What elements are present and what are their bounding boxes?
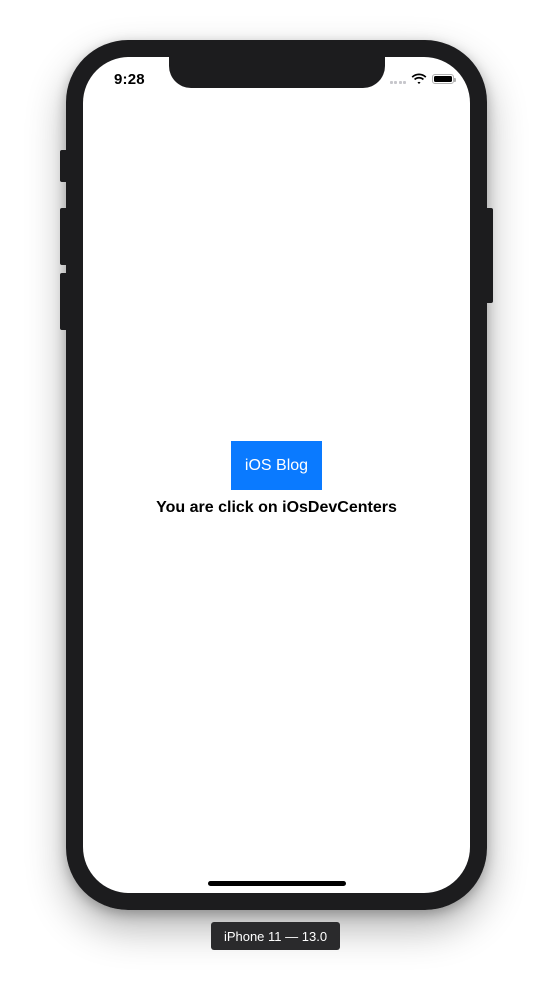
- ios-blog-button[interactable]: iOS Blog: [231, 441, 322, 490]
- cellular-signal-icon: [389, 74, 406, 84]
- click-message-label: You are click on iOsDevCenters: [156, 499, 397, 516]
- simulator-device-label: iPhone 11 — 13.0: [211, 922, 340, 950]
- status-icons: [389, 73, 456, 85]
- simulator-stage: 9:28 iOS Blog You are click on iOsDevCen…: [0, 0, 553, 986]
- battery-icon: [432, 74, 456, 84]
- notch: [169, 57, 385, 88]
- home-indicator[interactable]: [208, 881, 346, 886]
- device-screen: 9:28 iOS Blog You are click on iOsDevCen…: [83, 57, 470, 893]
- status-time: 9:28: [114, 71, 145, 88]
- wifi-icon: [411, 73, 427, 84]
